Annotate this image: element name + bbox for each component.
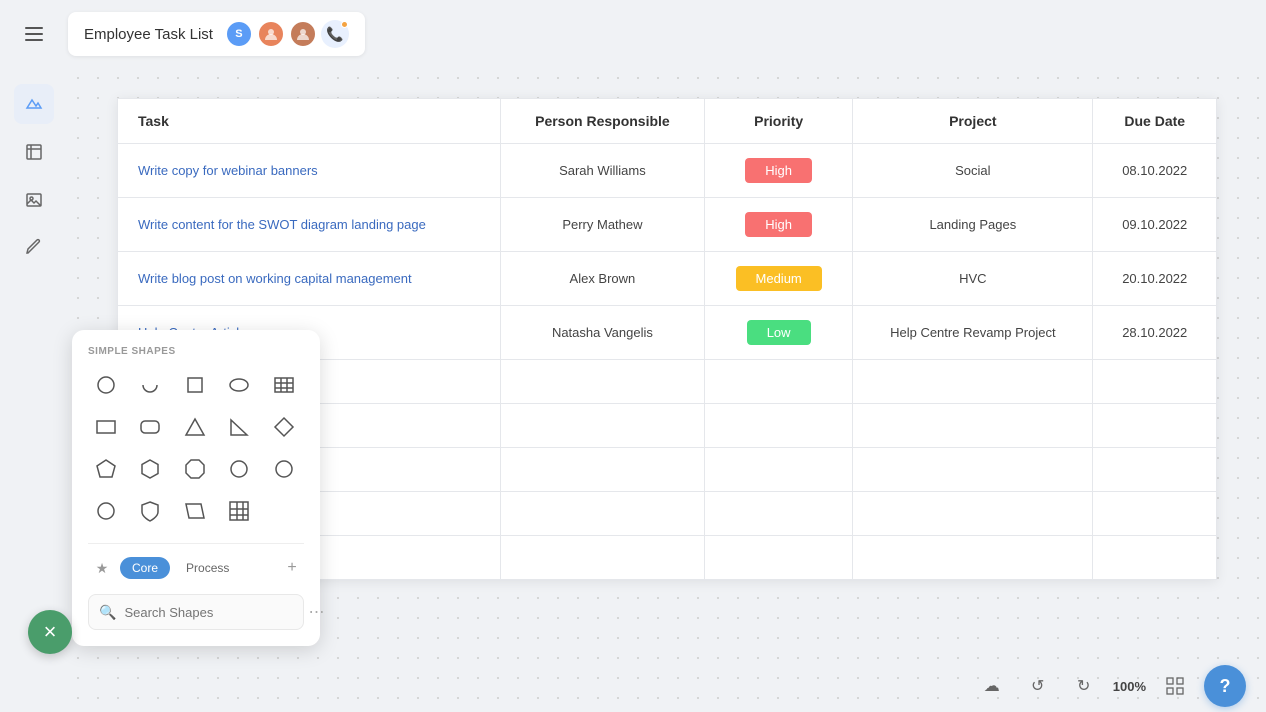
person-cell: Natasha Vangelis	[500, 306, 704, 360]
shapes-tabs: ★ Core Process +	[88, 543, 304, 582]
title-bar: Employee Task List S 📞	[68, 12, 365, 56]
due-date-cell: 09.10.2022	[1093, 198, 1217, 252]
shape-shield[interactable]	[132, 493, 168, 529]
priority-badge: Low	[747, 320, 811, 345]
task-cell: Write blog post on working capital manag…	[118, 252, 501, 306]
help-button[interactable]: ?	[1204, 665, 1246, 707]
grid-view-button[interactable]	[1158, 669, 1192, 703]
project-cell: Social	[853, 144, 1093, 198]
tab-core[interactable]: Core	[120, 557, 170, 579]
shape-pentagon[interactable]	[88, 451, 124, 487]
avatar-p1[interactable]	[257, 20, 285, 48]
shape-table[interactable]	[266, 367, 302, 403]
topbar: Employee Task List S 📞	[0, 0, 1266, 68]
shape-hexagon[interactable]	[132, 451, 168, 487]
project-cell: Help Centre Revamp Project	[853, 306, 1093, 360]
priority-badge: Medium	[736, 266, 822, 291]
priority-badge: High	[745, 212, 812, 237]
search-shapes-input[interactable]	[124, 605, 300, 620]
table-row: Write content for the SWOT diagram landi…	[118, 198, 1217, 252]
person-cell: Perry Mathew	[500, 198, 704, 252]
search-icon: 🔍	[99, 604, 116, 621]
shape-circle2[interactable]	[221, 451, 257, 487]
shape-circle4[interactable]	[88, 493, 124, 529]
shapes-tool-button[interactable]	[14, 84, 54, 124]
avatar-p2[interactable]	[289, 20, 317, 48]
menu-button[interactable]	[16, 16, 52, 52]
priority-cell: High	[705, 144, 853, 198]
undo-button[interactable]: ↺	[1021, 669, 1055, 703]
table-row: Write blog post on working capital manag…	[118, 252, 1217, 306]
shape-parallelogram[interactable]	[177, 493, 213, 529]
shape-right-triangle[interactable]	[221, 409, 257, 445]
priority-badge: High	[745, 158, 812, 183]
zoom-level: 100%	[1113, 679, 1146, 694]
task-cell: Write content for the SWOT diagram landi…	[118, 198, 501, 252]
add-tab-button[interactable]: +	[280, 556, 304, 580]
shape-diamond[interactable]	[266, 409, 302, 445]
image-tool-button[interactable]	[14, 180, 54, 220]
document-title: Employee Task List	[84, 26, 213, 43]
draw-tool-button[interactable]	[14, 228, 54, 268]
shape-rect[interactable]	[88, 409, 124, 445]
shapes-panel: SIMPLE SHAPES	[72, 330, 320, 646]
shape-rounded-rect[interactable]	[132, 409, 168, 445]
shape-arc[interactable]	[132, 367, 168, 403]
call-button[interactable]: 📞	[321, 20, 349, 48]
frame-tool-button[interactable]	[14, 132, 54, 172]
priority-cell: Low	[705, 306, 853, 360]
shape-circle3[interactable]	[266, 451, 302, 487]
col-priority: Priority	[705, 99, 853, 144]
shape-square[interactable]	[177, 367, 213, 403]
due-date-cell: 08.10.2022	[1093, 144, 1217, 198]
bottom-bar: ☁ ↺ ↻ 100% ?	[0, 660, 1266, 712]
person-cell: Alex Brown	[500, 252, 704, 306]
col-task: Task	[118, 99, 501, 144]
project-cell: Landing Pages	[853, 198, 1093, 252]
col-person: Person Responsible	[500, 99, 704, 144]
fab-close-button[interactable]: ×	[28, 610, 72, 654]
collaborators: S 📞	[225, 20, 349, 48]
priority-cell: High	[705, 198, 853, 252]
shape-octagon[interactable]	[177, 451, 213, 487]
shape-circle[interactable]	[88, 367, 124, 403]
shape-ellipse[interactable]	[221, 367, 257, 403]
shape-triangle[interactable]	[177, 409, 213, 445]
task-cell: Write copy for webinar banners	[118, 144, 501, 198]
shapes-section-label: SIMPLE SHAPES	[88, 346, 304, 357]
person-cell: Sarah Williams	[500, 144, 704, 198]
table-row: Write copy for webinar banners Sarah Wil…	[118, 144, 1217, 198]
shape-grid[interactable]	[221, 493, 257, 529]
cloud-sync-button[interactable]: ☁	[975, 669, 1009, 703]
tab-process[interactable]: Process	[174, 557, 241, 579]
shapes-grid	[88, 367, 304, 529]
priority-cell: Medium	[705, 252, 853, 306]
due-date-cell: 28.10.2022	[1093, 306, 1217, 360]
search-more-icon[interactable]: ⋯	[308, 602, 324, 622]
avatar-s[interactable]: S	[225, 20, 253, 48]
col-project: Project	[853, 99, 1093, 144]
project-cell: HVC	[853, 252, 1093, 306]
due-date-cell: 20.10.2022	[1093, 252, 1217, 306]
col-due: Due Date	[1093, 99, 1217, 144]
redo-button[interactable]: ↻	[1067, 669, 1101, 703]
favorites-tab[interactable]: ★	[88, 554, 116, 582]
shapes-search-bar[interactable]: 🔍 ⋯	[88, 594, 304, 630]
